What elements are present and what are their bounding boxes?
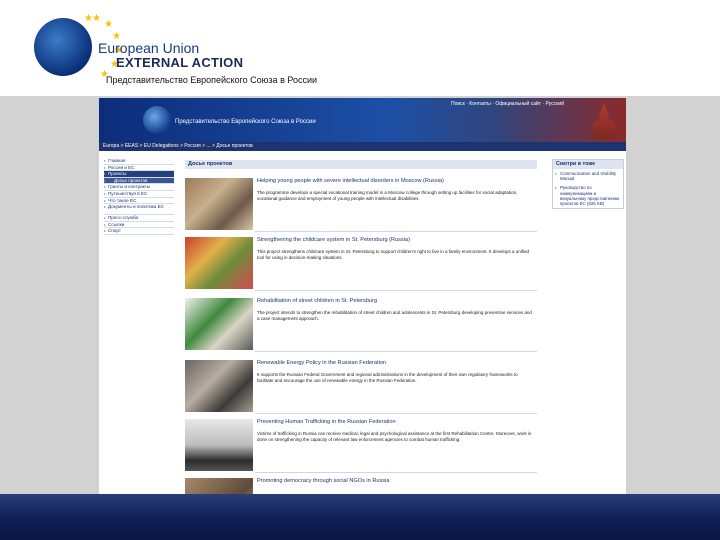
footer-band (0, 494, 720, 540)
project-title-link[interactable]: Rehabilitation of street children in St.… (257, 298, 527, 304)
slide-caption: Представительство Европейского Союза в Р… (106, 75, 318, 85)
nav-item-press[interactable]: Пресс-служба (104, 215, 174, 222)
project-title-link[interactable]: Preventing Human Trafficking in the Russ… (257, 419, 527, 425)
project-description: It supports the Russian Federal Governme… (257, 372, 518, 383)
project-description: The programme develops a special vocatio… (257, 190, 518, 201)
divider (255, 472, 537, 473)
project-photo[interactable] (185, 360, 253, 412)
logo-line-1: European Union (98, 40, 200, 56)
site-title: Представительство Европейского Союза в Р… (175, 119, 316, 125)
top-links[interactable]: Поиск · Контакты · Официальный сайт · Ру… (451, 101, 564, 107)
project-item: Rehabilitation of street children in St.… (185, 296, 537, 352)
nav-item-what-is-eu[interactable]: Что такое ЕС (104, 198, 174, 205)
project-description: The project intends to strengthen the re… (257, 310, 532, 321)
see-also-title: Смотри в тоже (553, 160, 623, 169)
divider (255, 413, 537, 414)
project-photo[interactable] (185, 298, 253, 350)
project-item: Renewable Energy Policy in the Russian F… (185, 358, 537, 414)
logo-line-2: EXTERNAL ACTION (116, 55, 244, 70)
nav-item-projects[interactable]: Проекты (104, 171, 174, 178)
divider (255, 231, 537, 232)
project-title-link[interactable]: Promoting democracy through social NGOs … (257, 478, 527, 484)
website-screenshot: Представительство Европейского Союза в Р… (99, 98, 626, 496)
nav-item-documents[interactable]: Документы и политика ЕС (104, 204, 174, 216)
project-item: Promoting democracy through social NGOs … (185, 476, 537, 496)
main-content: Досье проектов Helping young people with… (185, 160, 537, 496)
nav-item-travel[interactable]: Путешествуя в ЕС (104, 191, 174, 198)
nav-item-russia-eu[interactable]: Россия и ЕС (104, 165, 174, 172)
nav-item-links[interactable]: Ссылки (104, 222, 174, 229)
slide: ★ ★ ★ ★ ★ ★ ★ European Union EXTERNAL AC… (0, 0, 720, 540)
project-description: Victims of trafficking in Russia can rec… (257, 431, 532, 442)
project-photo[interactable] (185, 237, 253, 289)
see-also-box: Смотри в тоже Communication and Visibili… (552, 159, 624, 210)
nav-item-project-dossier[interactable]: Досье проектов (104, 177, 174, 185)
project-item: Strengthening the childcare system in St… (185, 235, 537, 291)
page-title: Досье проектов (185, 160, 537, 169)
site-globe-icon (143, 106, 171, 134)
project-title-link[interactable]: Strengthening the childcare system in St… (257, 237, 527, 243)
nav-item-home[interactable]: Главная (104, 158, 174, 165)
divider (255, 290, 537, 291)
left-navigation: Главная Россия и ЕС Проекты Досье проект… (104, 158, 174, 235)
project-item: Preventing Human Trafficking in the Russ… (185, 417, 537, 473)
project-title-link[interactable]: Helping young people with severe intelle… (257, 178, 527, 184)
site-header: Представительство Европейского Союза в Р… (99, 98, 626, 142)
breadcrumb[interactable]: Europa > EEAS > EU Delegations > Россия … (99, 142, 626, 151)
see-also-link[interactable]: Руководство по коммуникациям и визуально… (553, 183, 623, 208)
see-also-link[interactable]: Communication and Visibility Manual (553, 169, 623, 183)
project-photo[interactable] (185, 419, 253, 471)
kremlin-tower-icon (593, 103, 615, 139)
project-title-link[interactable]: Renewable Energy Policy in the Russian F… (257, 360, 527, 366)
nav-item-grants[interactable]: Гранты и контракты (104, 184, 174, 191)
nav-item-sport[interactable]: Спорт (104, 228, 174, 235)
divider (255, 351, 537, 352)
project-description: This project strengthens childcare syste… (257, 249, 529, 260)
project-photo[interactable] (185, 178, 253, 230)
project-item: Helping young people with severe intelle… (185, 176, 537, 232)
